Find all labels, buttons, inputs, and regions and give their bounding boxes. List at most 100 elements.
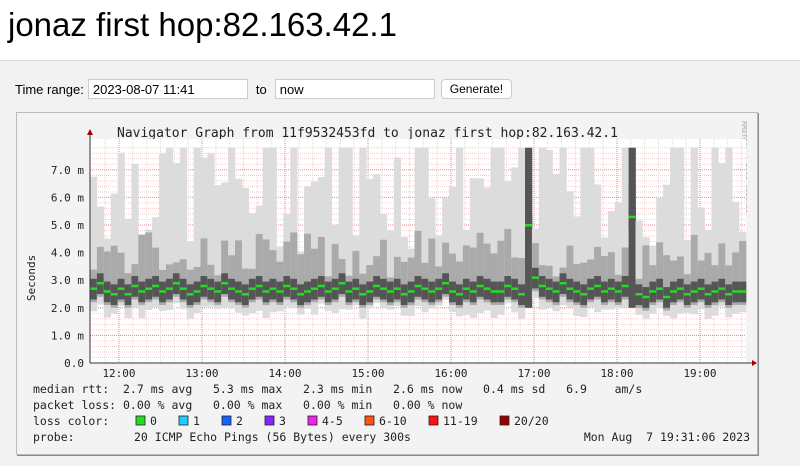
y-axis-label: Seconds — [25, 255, 38, 301]
median-marker — [455, 293, 464, 296]
median-marker — [704, 293, 712, 296]
median-marker — [255, 284, 263, 288]
median-marker — [159, 290, 167, 293]
median-marker — [732, 290, 740, 293]
median-marker — [545, 287, 553, 290]
median-marker — [152, 284, 160, 288]
y-tick-label: 1.0 m — [51, 329, 84, 342]
median-marker — [145, 287, 153, 290]
loss-color-swatch — [221, 415, 232, 426]
median-marker — [345, 290, 353, 293]
median-marker — [690, 290, 698, 293]
x-tick-label: 12:00 — [102, 367, 135, 380]
median-marker — [193, 290, 201, 293]
to-label: to — [255, 81, 267, 97]
median-marker — [400, 293, 408, 296]
median-marker — [290, 287, 298, 290]
median-marker — [117, 287, 125, 290]
median-marker — [207, 287, 215, 290]
smokeping-graph: Navigator Graph from 11f9532453fd to jon… — [16, 112, 758, 455]
median-marker — [366, 290, 374, 293]
x-axis-arrow-icon — [752, 360, 757, 366]
loss-color-label-20/20: 20/20 — [514, 414, 549, 428]
x-tick-label: 13:00 — [185, 367, 218, 380]
median-marker — [380, 287, 388, 290]
y-tick-label: 2.0 m — [51, 302, 84, 315]
median-marker — [449, 290, 457, 293]
median-marker — [304, 290, 312, 293]
median-marker — [428, 290, 436, 293]
median-marker — [511, 287, 519, 290]
median-marker — [697, 287, 705, 290]
median-marker — [711, 290, 719, 293]
median-marker — [138, 290, 146, 293]
loss-color-swatch — [428, 415, 439, 426]
median-marker — [435, 287, 443, 290]
median-marker — [442, 281, 450, 285]
median-marker — [200, 284, 208, 288]
median-marker — [269, 287, 277, 290]
x-tick-label: 14:00 — [268, 367, 301, 380]
graph-svg: Navigator Graph from 11f9532453fd to jon… — [25, 121, 757, 444]
median-marker — [725, 293, 733, 296]
content-panel: Time range: to Generate! Navigator Graph… — [0, 60, 800, 466]
median-marker — [566, 287, 574, 290]
median-marker — [373, 284, 381, 288]
loss-color-label-0: 0 — [150, 414, 157, 428]
median-marker — [248, 287, 257, 290]
median-marker — [587, 287, 595, 290]
median-marker — [559, 281, 567, 285]
median-marker — [683, 293, 692, 296]
median-marker — [310, 287, 319, 290]
median-marker — [676, 287, 685, 290]
median-marker — [103, 290, 112, 293]
time-from-input[interactable] — [87, 79, 248, 99]
median-marker — [531, 276, 540, 279]
loss-color-label-6-10: 6-10 — [379, 414, 407, 428]
median-marker — [172, 281, 181, 285]
median-marker — [497, 290, 505, 293]
median-marker — [635, 293, 643, 296]
median-marker — [283, 284, 291, 288]
median-marker — [552, 290, 560, 293]
median-marker — [580, 293, 588, 296]
median-marker — [462, 287, 471, 290]
median-marker — [131, 284, 139, 288]
loss-color-swatch — [499, 415, 510, 426]
time-range-form: Time range: to Generate! — [15, 79, 513, 99]
generate-button[interactable]: Generate! — [440, 79, 513, 99]
median-marker — [90, 287, 98, 290]
probe-label: probe: — [33, 430, 75, 444]
median-marker — [594, 284, 602, 288]
median-marker — [656, 287, 664, 290]
median-marker — [317, 284, 326, 288]
median-marker — [642, 295, 650, 299]
median-marker — [414, 284, 422, 288]
median-marker — [214, 290, 222, 293]
loss-color-label-4-5: 4-5 — [322, 414, 343, 428]
median-marker — [352, 287, 360, 290]
median-marker — [621, 284, 629, 288]
y-tick-label: 3.0 m — [51, 274, 84, 287]
median-marker — [573, 290, 581, 293]
smoke-spike — [628, 147, 636, 308]
loss-color-swatch — [264, 415, 275, 426]
time-to-input[interactable] — [274, 79, 435, 99]
median-marker — [504, 284, 512, 288]
median-marker — [276, 290, 284, 293]
median-marker — [186, 293, 194, 296]
median-marker — [739, 290, 747, 293]
median-marker — [407, 290, 415, 293]
x-tick-label: 18:00 — [600, 367, 633, 380]
median-marker — [670, 290, 678, 293]
median-marker — [607, 287, 616, 290]
median-marker — [221, 281, 229, 285]
median-marker — [297, 293, 305, 296]
loss-color-label: loss color: — [33, 414, 109, 428]
y-tick-label: 4.0 m — [51, 247, 84, 260]
x-tick-label: 17:00 — [517, 367, 550, 380]
median-marker — [228, 287, 236, 290]
smoke-spike — [525, 147, 533, 308]
y-tick-label: 5.0 m — [51, 219, 84, 232]
median-marker — [324, 290, 332, 293]
